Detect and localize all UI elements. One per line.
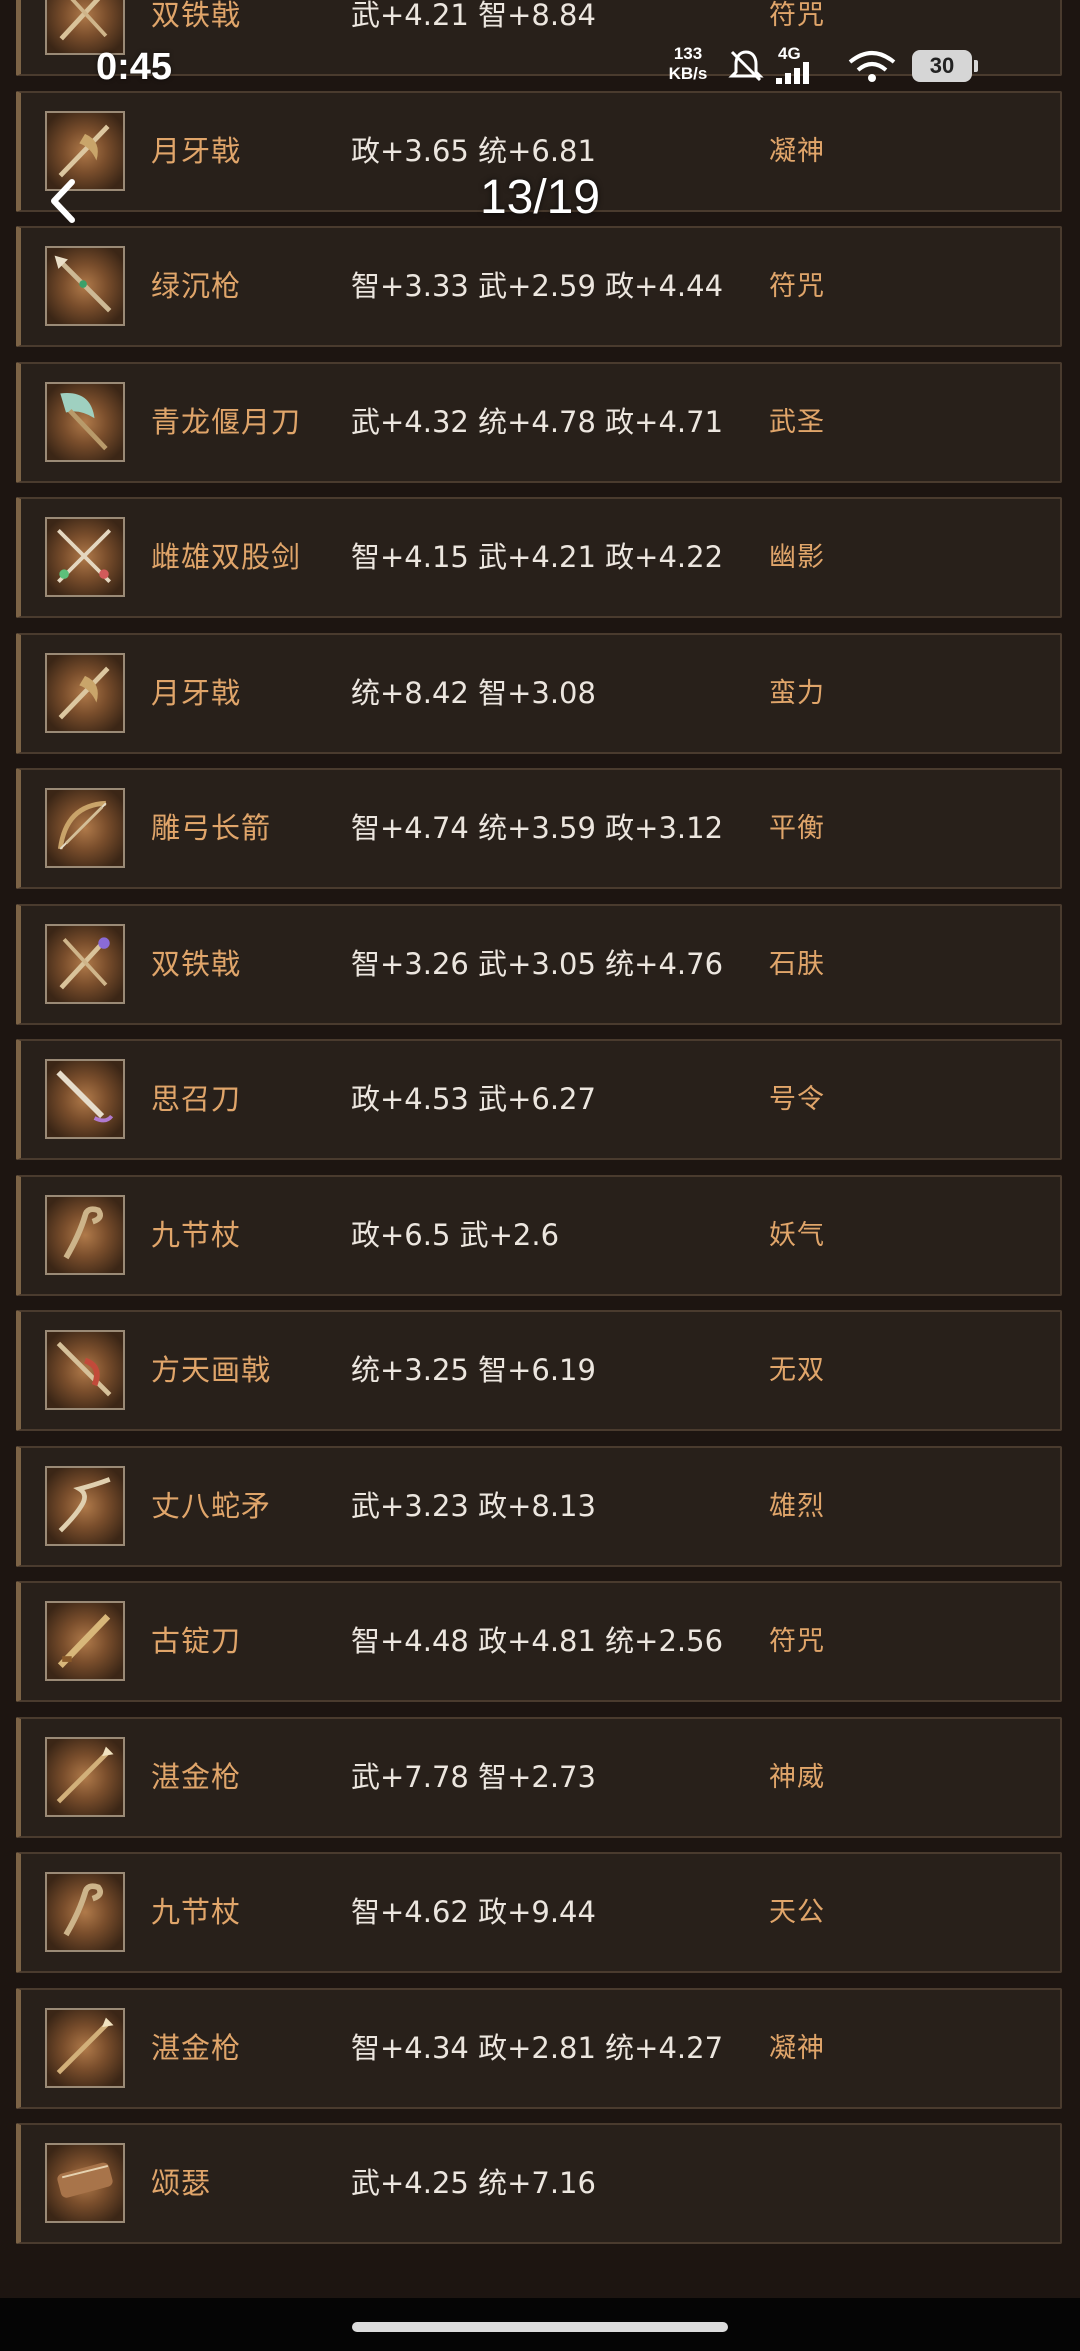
item-name: 九节杖 — [151, 1895, 242, 1929]
status-time: 0:45 — [96, 46, 173, 88]
item-stats: 武+3.23 政+8.13 — [351, 1488, 596, 1523]
list-item[interactable]: 双铁戟 智+3.26 武+3.05 统+4.76 石肤 — [16, 903, 1062, 1025]
item-name: 九节杖 — [151, 1217, 242, 1252]
item-name: 月牙戟 — [151, 675, 242, 710]
zither-icon — [45, 2143, 125, 2223]
item-stats: 智+4.48 政+4.81 统+2.56 — [351, 1624, 724, 1658]
status-icons: 133 KB/s 4G 30 — [666, 44, 986, 94]
item-stats: 武+7.78 智+2.73 — [351, 1759, 596, 1794]
item-effect: 凝神 — [769, 135, 825, 167]
item-stats: 智+3.26 武+3.05 统+4.76 — [351, 946, 724, 981]
list-item[interactable]: 雕弓长箭 智+4.74 统+3.59 政+3.12 平衡 — [16, 768, 1062, 889]
item-name: 绿沉枪 — [151, 269, 242, 303]
golden-spear-icon — [45, 2007, 125, 2088]
item-effect: 幽影 — [769, 542, 825, 573]
item-name: 湛金枪 — [151, 2030, 242, 2065]
net-speed-unit: KB/s — [668, 64, 708, 83]
item-stats: 智+4.34 政+2.81 统+4.27 — [351, 2030, 724, 2065]
list-item[interactable]: 湛金枪 武+7.78 智+2.73 神威 — [16, 1716, 1062, 1838]
home-indicator[interactable] — [352, 2322, 728, 2332]
signal-icon — [776, 62, 809, 84]
item-stats: 政+4.53 武+6.27 — [351, 1082, 596, 1116]
list-item[interactable]: 古锭刀 智+4.48 政+4.81 统+2.56 符咒 — [16, 1581, 1062, 1702]
item-effect: 石肤 — [769, 948, 825, 980]
glaive-icon — [45, 381, 125, 462]
item-name: 方天画戟 — [151, 1353, 272, 1387]
twin-halberd-icon — [45, 923, 125, 1004]
item-stats: 智+4.62 政+9.44 — [351, 1895, 596, 1929]
item-name: 雌雄双股剑 — [151, 540, 302, 574]
list-item[interactable]: 绿沉枪 智+3.33 武+2.59 政+4.44 符咒 — [16, 226, 1062, 347]
item-stats: 武+4.25 统+7.16 — [351, 2166, 596, 2200]
page-indicator: 13/19 — [479, 171, 601, 224]
item-effect: 符咒 — [769, 1626, 825, 1657]
item-stats: 武+4.21 智+8.84 — [351, 0, 596, 32]
list-item[interactable]: 月牙戟 统+8.42 智+3.08 蛮力 — [16, 632, 1062, 754]
item-stats: 智+4.74 统+3.59 政+3.12 — [351, 811, 724, 845]
list-item[interactable]: 湛金枪 智+4.34 政+2.81 统+4.27 凝神 — [16, 1987, 1062, 2109]
net-speed: 133 KB/s — [666, 44, 710, 84]
item-name: 颂瑟 — [151, 2166, 212, 2200]
item-name: 雕弓长箭 — [151, 811, 272, 845]
net-speed-value: 133 — [673, 44, 703, 63]
item-effect: 符咒 — [769, 271, 825, 302]
item-stats: 政+6.5 武+2.6 — [351, 1217, 560, 1252]
item-name: 青龙偃月刀 — [151, 404, 302, 439]
item-effect: 凝神 — [769, 2032, 825, 2064]
item-effect: 妖气 — [769, 1219, 825, 1251]
saber-icon — [45, 1059, 125, 1139]
twin-swords-icon — [45, 517, 125, 597]
item-effect: 平衡 — [769, 813, 825, 844]
list-item[interactable]: 雌雄双股剑 智+4.15 武+4.21 政+4.22 幽影 — [16, 497, 1062, 618]
item-effect: 神威 — [769, 1761, 825, 1793]
list-item[interactable]: 丈八蛇矛 武+3.23 政+8.13 雄烈 — [16, 1445, 1062, 1567]
item-effect: 蛮力 — [769, 677, 825, 709]
item-effect: 武圣 — [769, 406, 825, 438]
item-stats: 统+8.42 智+3.08 — [351, 675, 596, 710]
item-effect: 号令 — [769, 1084, 825, 1115]
golden-spear-icon — [45, 1736, 125, 1817]
item-name: 丈八蛇矛 — [151, 1488, 272, 1523]
crescent-halberd-icon — [45, 652, 125, 733]
network-type: 4G — [778, 44, 801, 63]
list-item[interactable]: 颂瑟 武+4.25 统+7.16 — [16, 2123, 1062, 2244]
staff-icon — [45, 1872, 125, 1952]
bow-icon — [45, 788, 125, 868]
item-name: 古锭刀 — [151, 1624, 242, 1658]
item-name: 思召刀 — [151, 1082, 242, 1116]
item-stats: 智+3.33 武+2.59 政+4.44 — [351, 269, 724, 303]
list-item[interactable]: 思召刀 政+4.53 武+6.27 号令 — [16, 1039, 1062, 1160]
serpent-spear-icon — [45, 1465, 125, 1546]
spear-icon — [45, 246, 125, 326]
halberd-icon — [45, 1330, 125, 1410]
list-item[interactable]: 九节杖 政+6.5 武+2.6 妖气 — [16, 1174, 1062, 1296]
item-stats: 统+3.25 智+6.19 — [351, 1353, 596, 1387]
list-item[interactable]: 青龙偃月刀 武+4.32 统+4.78 政+4.71 武圣 — [16, 361, 1062, 483]
back-arrow-icon[interactable] — [44, 176, 84, 226]
item-effect: 雄烈 — [769, 1490, 825, 1522]
battery-indicator: 30 — [912, 50, 978, 82]
item-name: 湛金枪 — [151, 1759, 242, 1794]
ancient-blade-icon — [45, 1601, 125, 1681]
item-name: 月牙戟 — [151, 133, 242, 168]
list-item[interactable]: 九节杖 智+4.62 政+9.44 天公 — [16, 1852, 1062, 1973]
item-name: 双铁戟 — [151, 946, 242, 981]
wifi-icon — [848, 51, 896, 82]
item-stats: 智+4.15 武+4.21 政+4.22 — [351, 540, 724, 574]
item-effect: 天公 — [769, 1897, 825, 1928]
item-stats: 武+4.32 统+4.78 政+4.71 — [351, 404, 724, 439]
item-effect: 无双 — [769, 1355, 825, 1386]
staff-icon — [45, 1194, 125, 1275]
mute-bell-icon — [728, 50, 764, 82]
list-item[interactable]: 方天画戟 统+3.25 智+6.19 无双 — [16, 1310, 1062, 1431]
